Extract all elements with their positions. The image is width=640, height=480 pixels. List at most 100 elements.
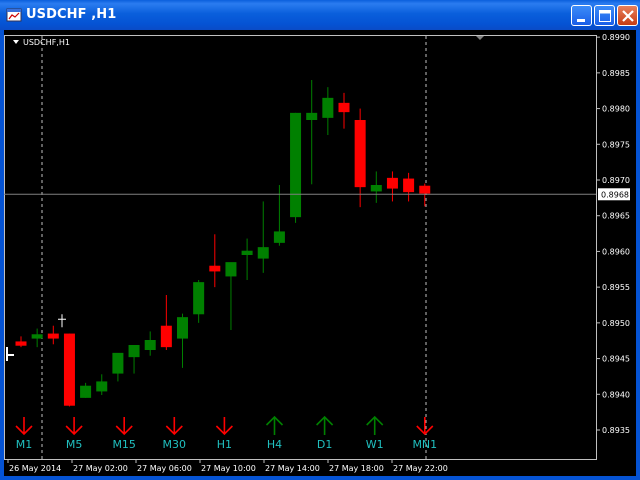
candle-body [80,385,92,398]
current-price-label: 0.8968 [601,190,629,199]
window-frame-bottom [0,476,640,480]
candle-body [354,120,366,188]
candle [96,374,108,395]
candle-body [225,262,237,277]
price-tick-label: 0.8990 [602,33,630,42]
window-frame-right [636,30,640,480]
price-tick-label: 0.8960 [602,247,630,256]
candle [15,336,27,348]
price-tick-label: 0.8985 [602,69,630,78]
price-tick-label: 0.8940 [602,390,630,399]
candle [144,331,156,356]
candle-body [241,250,253,255]
candle-body [177,317,188,339]
candle [241,238,253,280]
timeframe-label: MN1 [412,438,437,451]
candle-body [128,345,140,358]
arrow-down-icon [416,417,434,436]
timeframe-label: D1 [317,438,332,451]
candle-body [193,282,205,315]
candle [306,80,318,185]
chart-symbol-label: USDCHF,H1 [23,38,70,47]
time-tick-label: 27 May 10:00 [201,464,256,473]
chart-area[interactable]: USDCHF,H1 0.8990 0.8985 0.8980 0.8975 0.8970… [4,30,636,476]
price-tick-label: 0.8975 [602,140,630,149]
maximize-button[interactable] [594,5,615,26]
time-tick-label: 27 May 18:00 [329,464,384,473]
edge-marker [6,347,14,361]
price-tick-label: 0.8950 [602,319,630,328]
candle [177,313,188,368]
candle [31,328,43,348]
candle [290,112,302,223]
candle [403,172,415,202]
candle-body [144,340,156,350]
timeframe-label: H4 [267,438,282,451]
bid-line: 0.8968 [4,188,630,201]
arrow-down-icon [215,417,233,436]
arrow-up-icon [366,415,384,435]
candle-body [96,381,108,392]
title-bar[interactable]: USDCHF ,H1 [0,0,640,30]
arrow-up-icon [316,415,334,435]
price-axis[interactable]: 0.8990 0.8985 0.8980 0.8975 0.8970 0.8965 0.89… [596,33,630,435]
candle-body [338,102,350,113]
candle-body [63,333,75,406]
minimize-icon [577,19,585,22]
timeframe-label: M15 [112,438,136,451]
price-chart[interactable]: USDCHF,H1 0.8990 0.8985 0.8980 0.8975 0.8970… [4,30,636,476]
price-tick-label: 0.8935 [602,426,630,435]
candle-body [290,112,302,218]
candle-body [273,231,285,243]
timeframe-trend-panel: M1 M5 M15 M30 H1 H4 D1 W1 MN1 [15,415,437,451]
candle [354,108,366,208]
candle-body [160,325,172,348]
time-tick-label: 27 May 02:00 [73,464,128,473]
arrow-down-icon [65,417,83,436]
candle-body [322,97,334,118]
candle-body [370,185,382,192]
timeframe-label: M5 [66,438,83,451]
arrow-up-icon [265,415,284,435]
timeframe-label: W1 [366,438,384,451]
candle-body [386,177,398,189]
timeframe-label: M30 [163,438,187,451]
candle-body [257,247,269,259]
price-tick-label: 0.8980 [602,105,630,114]
chart-window-icon [6,8,22,22]
candle-body [47,333,59,339]
time-tick-label: 27 May 22:00 [393,464,448,473]
time-tick-label: 26 May 2014 [9,464,61,473]
triangle-down-icon[interactable] [13,40,19,44]
candle [209,234,221,288]
candle [322,87,334,135]
arrow-down-icon [115,417,133,436]
time-axis[interactable]: 26 May 2014 27 May 02:00 27 May 06:00 27 Ma… [7,459,448,473]
maximize-icon [599,10,611,22]
candle [419,183,431,207]
plot-border [4,35,597,460]
shift-marker-icon[interactable] [476,36,484,40]
price-tick-label: 0.8970 [602,176,630,185]
price-tick-label: 0.8955 [602,283,630,292]
candle-body [306,112,318,120]
candle [193,280,205,323]
timeframe-label: H1 [217,438,232,451]
candle [128,345,140,374]
candle [160,295,172,350]
close-icon [622,10,634,22]
candle [386,171,398,202]
price-tick-label: 0.8945 [602,355,630,364]
candle [47,325,59,345]
candle [80,382,92,398]
window-title: USDCHF ,H1 [26,7,117,22]
candle-body [209,265,221,272]
minimize-button[interactable] [571,5,592,26]
time-tick-label: 27 May 14:00 [265,464,320,473]
timeframe-label: M1 [16,438,33,451]
arrow-down-icon [15,417,33,436]
chart-header: USDCHF,H1 [13,36,484,47]
candle [257,201,269,273]
close-button[interactable] [617,5,638,26]
candle [225,262,237,330]
